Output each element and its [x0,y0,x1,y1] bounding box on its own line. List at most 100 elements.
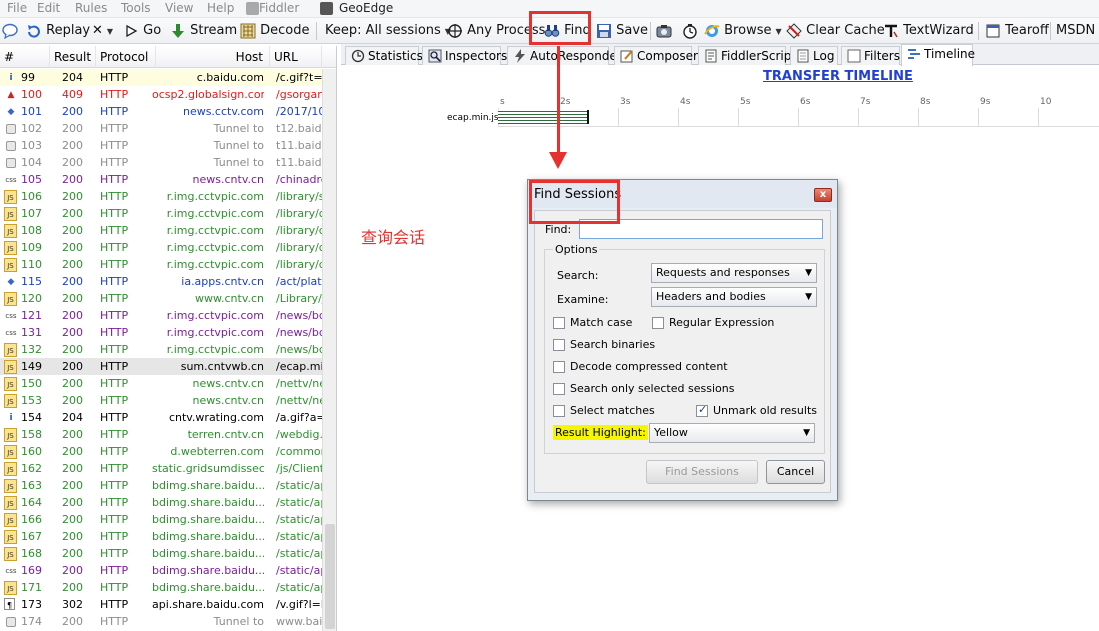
session-row[interactable]: ◆ 101 200 HTTP news.cctv.com/2017/10 [0,103,322,120]
session-row[interactable]: JS 149 200 HTTP sum.cntvwb.cn/ecap.mir [0,358,322,375]
remove-button[interactable]: ✕ ▼ [92,20,113,42]
timer-button[interactable] [682,20,698,42]
decode-button[interactable]: Decode [240,20,310,42]
menu-tools[interactable]: Tools [121,0,151,18]
session-url: /library/c [276,224,322,237]
match-case-checkbox[interactable] [553,317,565,329]
msdn-search-box[interactable]: MSDN [1056,20,1095,42]
comment-button[interactable] [2,20,18,42]
menu-edit[interactable]: Edit [37,0,60,18]
browse-button[interactable]: Browse ▼ [704,20,782,42]
tab-log[interactable]: Log [790,46,838,65]
session-row[interactable]: ◆ 115 200 HTTP ia.apps.cntv.cn/act/platf [0,273,322,290]
search-select[interactable]: Requests and responses ▼ [651,263,817,283]
close-icon[interactable]: x [814,188,832,202]
unmark-old-results-label[interactable]: Unmark old results [713,404,817,417]
session-row[interactable]: JS 162 200 HTTP static.gridsumdissec... /js/C… [0,460,322,477]
find-sessions-button[interactable]: Find Sessions [646,460,758,484]
stream-button[interactable]: Stream [170,20,237,42]
session-row[interactable]: css 121 200 HTTP r.img.cctvpic.com/news/bc [0,307,322,324]
search-select-value: Requests and responses [656,266,790,279]
session-row[interactable]: JS 153 200 HTTP news.cntv.cn/nettv/ne [0,392,322,409]
column-header-url[interactable]: URL [270,46,322,68]
session-row[interactable]: 102 200 HTTP Tunnel to t12.baidu [0,120,322,137]
session-row[interactable]: JS 108 200 HTTP r.img.cctvpic.com/library/c [0,222,322,239]
text-wizard-button[interactable]: TextWizard [883,20,974,42]
tearoff-button[interactable]: Tearoff [985,20,1049,42]
timeline-title[interactable]: TRANSFER TIMELINE [763,69,913,84]
regex-checkbox[interactable] [652,317,664,329]
timeline-entry-bar[interactable] [498,110,589,124]
session-row[interactable]: JS 158 200 HTTP terren.cntv.cn/webdig.j [0,426,322,443]
tab-inspectors[interactable]: Inspectors [422,46,507,65]
clear-cache-button[interactable]: Clear Cache [786,20,885,42]
session-row[interactable]: JS 167 200 HTTP bdimg.share.baidu.... /static… [0,528,322,545]
session-row[interactable]: JS 106 200 HTTP r.img.cctvpic.com/library/s [0,188,322,205]
session-row[interactable]: JS 150 200 HTTP news.cntv.cn/nettv/ne [0,375,322,392]
tab-composer[interactable]: Composer [614,46,698,65]
session-row[interactable]: JS 164 200 HTTP bdimg.share.baidu.... /static… [0,494,322,511]
match-case-label[interactable]: Match case [570,316,632,329]
replay-button[interactable]: Replay [26,20,90,42]
session-protocol: HTTP [100,615,129,628]
examine-select[interactable]: Headers and bodies ▼ [651,287,817,307]
scrollbar-thumb[interactable] [325,524,335,629]
column-header-number[interactable]: # [0,46,50,68]
select-matches-label[interactable]: Select matches [570,404,655,417]
select-matches-checkbox[interactable] [553,405,565,417]
session-type-icon: i [9,73,13,83]
go-button[interactable]: Go [123,20,161,42]
session-row[interactable]: 104 200 HTTP Tunnel to t11.baidu [0,154,322,171]
session-row[interactable]: css 105 200 HTTP news.cntv.cn/chinadre [0,171,322,188]
screenshot-button[interactable] [656,20,672,42]
session-list-scrollbar[interactable] [322,69,336,631]
search-binaries-label[interactable]: Search binaries [570,338,655,351]
menu-geoedge[interactable]: GeoEdge [320,0,393,18]
result-highlight-select[interactable]: Yellow ▼ [649,423,815,443]
session-row[interactable]: JS 168 200 HTTP bdimg.share.baidu.... /static… [0,545,322,562]
session-row[interactable]: JS 107 200 HTTP r.img.cctvpic.com/library/c [0,205,322,222]
save-button[interactable]: Save [596,20,648,42]
menu-help[interactable]: Help [207,0,234,18]
tab-statistics[interactable]: Statistics [345,46,423,65]
session-row[interactable]: i 99 204 HTTP c.baidu.com/c.gif?t= [0,69,322,86]
tab-filters[interactable]: Filters [841,46,900,65]
cancel-button[interactable]: Cancel [766,460,825,484]
column-header-host[interactable]: Host [156,46,270,68]
session-row[interactable]: JS 132 200 HTTP r.img.cctvpic.com/news/bc [0,341,322,358]
session-row[interactable]: JS 109 200 HTTP r.img.cctvpic.com/library/c [0,239,322,256]
column-header-result[interactable]: Result [50,46,96,68]
session-row[interactable]: 174 200 HTTP Tunnel to www.baid [0,613,322,630]
menu-view[interactable]: View [165,0,193,18]
session-row[interactable]: JS 110 200 HTTP r.img.cctvpic.com/library/c [0,256,322,273]
session-row[interactable]: i 154 204 HTTP cntv.wrating.com/a.gif?a= [0,409,322,426]
selected-sessions-checkbox[interactable] [553,383,565,395]
tab-fiddlerscript[interactable]: FiddlerScript [698,46,796,65]
session-row[interactable]: JS 163 200 HTTP bdimg.share.baidu.... /static… [0,477,322,494]
menu-file[interactable]: File [7,0,27,18]
session-row[interactable]: css 131 200 HTTP r.img.cctvpic.com/news/bc [0,324,322,341]
column-header-protocol[interactable]: Protocol [96,46,156,68]
unmark-old-results-checkbox[interactable] [696,403,708,417]
menu-rules[interactable]: Rules [75,0,107,18]
session-row[interactable]: 103 200 HTTP Tunnel to t11.baidu [0,137,322,154]
statistics-icon [351,49,365,63]
decode-compressed-label[interactable]: Decode compressed content [570,360,728,373]
session-row[interactable]: css 169 200 HTTP bdimg.share.baidu.... /stati… [0,562,322,579]
decode-compressed-checkbox[interactable] [553,361,565,373]
session-row[interactable]: JS 166 200 HTTP bdimg.share.baidu.... /static… [0,511,322,528]
session-row[interactable]: JS 120 200 HTTP www.cntv.cn/Library/j [0,290,322,307]
search-binaries-checkbox[interactable] [553,339,565,351]
menu-fiddler[interactable]: Fiddler [244,0,299,18]
session-row[interactable]: ▲ 100 409 HTTP ocsp2.globalsign.com/gsorgan [0,86,322,103]
session-row[interactable]: ¶ 173 302 HTTP api.share.baidu.com/v.gif?l=h [0,596,322,613]
session-row[interactable]: JS 160 200 HTTP d.webterren.com/common [0,443,322,460]
session-type-icon: JS [4,224,17,238]
session-row[interactable]: JS 171 200 HTTP bdimg.share.baidu.... /static… [0,579,322,596]
tab-timeline[interactable]: Timeline [901,44,975,66]
session-type-icon [6,617,16,627]
session-url: t11.baidu [276,156,322,169]
keep-sessions-dropdown[interactable]: Keep: All sessions ▼ [325,20,451,42]
selected-sessions-label[interactable]: Search only selected sessions [570,382,734,395]
regex-label[interactable]: Regular Expression [669,316,774,329]
